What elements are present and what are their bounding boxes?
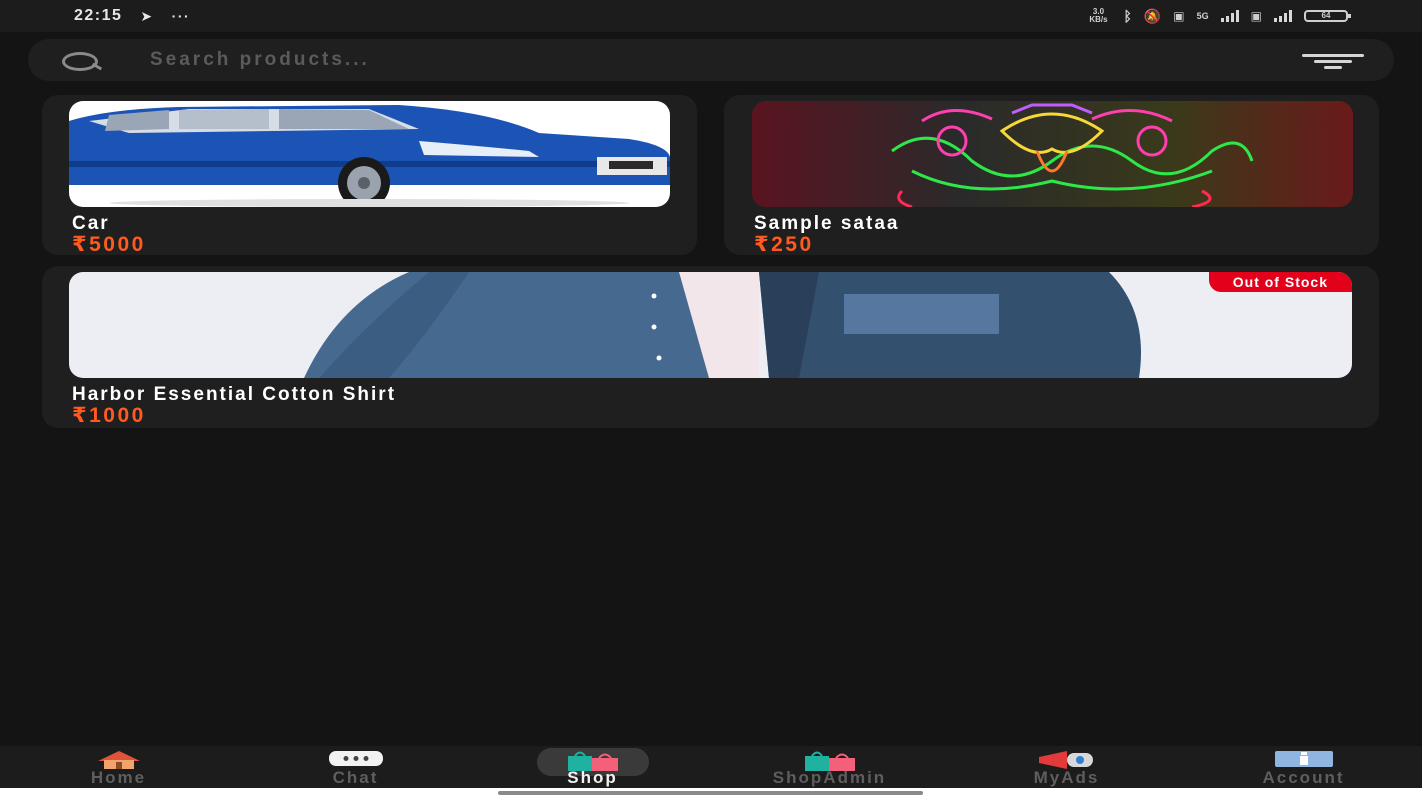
shop-screen: 22:15 ➤ ··· 3.0 KB/s ᛒ 🔕 ▣ 5G ▣ 64 Searc… [0, 0, 1422, 800]
search-bar [28, 39, 1394, 81]
home-icon [97, 751, 140, 769]
nav-shop[interactable]: Shop [474, 746, 711, 788]
id-card-icon [1274, 751, 1333, 767]
product-image-shirt: Out of Stock [69, 272, 1352, 378]
product-price: ₹1000 [72, 404, 146, 427]
status-time: 22:15 [74, 7, 123, 24]
search-icon [62, 48, 106, 72]
bottom-navigation: Home Chat Shop ShopAdmin MyAds Account [0, 746, 1422, 788]
product-card[interactable]: Car ₹5000 [42, 95, 697, 255]
status-more-dots: ··· [171, 8, 191, 24]
filter-icon[interactable] [1302, 52, 1364, 69]
megaphone-icon [1038, 751, 1093, 769]
signal-icon [1220, 10, 1239, 22]
nav-myads[interactable]: MyAds [948, 746, 1185, 788]
product-card[interactable]: Out of Stock Harbor Essential Cotton Shi… [42, 266, 1379, 428]
nav-label: Shop [567, 768, 618, 787]
product-price: ₹5000 [72, 233, 146, 255]
product-card[interactable]: Sample sataa ₹250 [724, 95, 1379, 255]
mute-icon: 🔕 [1143, 7, 1162, 24]
nav-shopadmin[interactable]: ShopAdmin [711, 746, 948, 788]
sim-icon: ▣ [1250, 9, 1262, 23]
product-price: ₹250 [754, 233, 814, 255]
network-type: 5G [1196, 11, 1209, 21]
vibrate-icon: ▣ [1173, 9, 1185, 23]
nav-home[interactable]: Home [0, 746, 237, 788]
signal-icon [1274, 10, 1292, 22]
navigation-arrow-icon: ➤ [140, 7, 154, 24]
battery-level: 64 [1321, 11, 1331, 20]
nav-label: Home [90, 768, 147, 787]
nav-label: Account [1262, 768, 1345, 787]
nav-label: Chat [332, 768, 379, 787]
out-of-stock-badge: Out of Stock [1208, 272, 1352, 292]
nav-label: MyAds [1033, 768, 1100, 787]
chat-icon [328, 751, 383, 766]
product-image-car [69, 101, 670, 207]
battery-icon: 64 [1304, 10, 1351, 22]
product-image-sample [752, 101, 1353, 207]
nav-account[interactable]: Account [1185, 746, 1422, 788]
search-input[interactable] [150, 49, 1302, 71]
status-bar: 22:15 ➤ ··· 3.0 KB/s ᛒ 🔕 ▣ 5G ▣ 64 [0, 0, 1422, 32]
home-indicator[interactable] [498, 791, 923, 795]
nav-chat[interactable]: Chat [237, 746, 474, 788]
network-speed: 3.0 KB/s [1089, 7, 1108, 24]
nav-label: ShopAdmin [772, 768, 887, 787]
bluetooth-icon: ᛒ [1123, 8, 1132, 24]
